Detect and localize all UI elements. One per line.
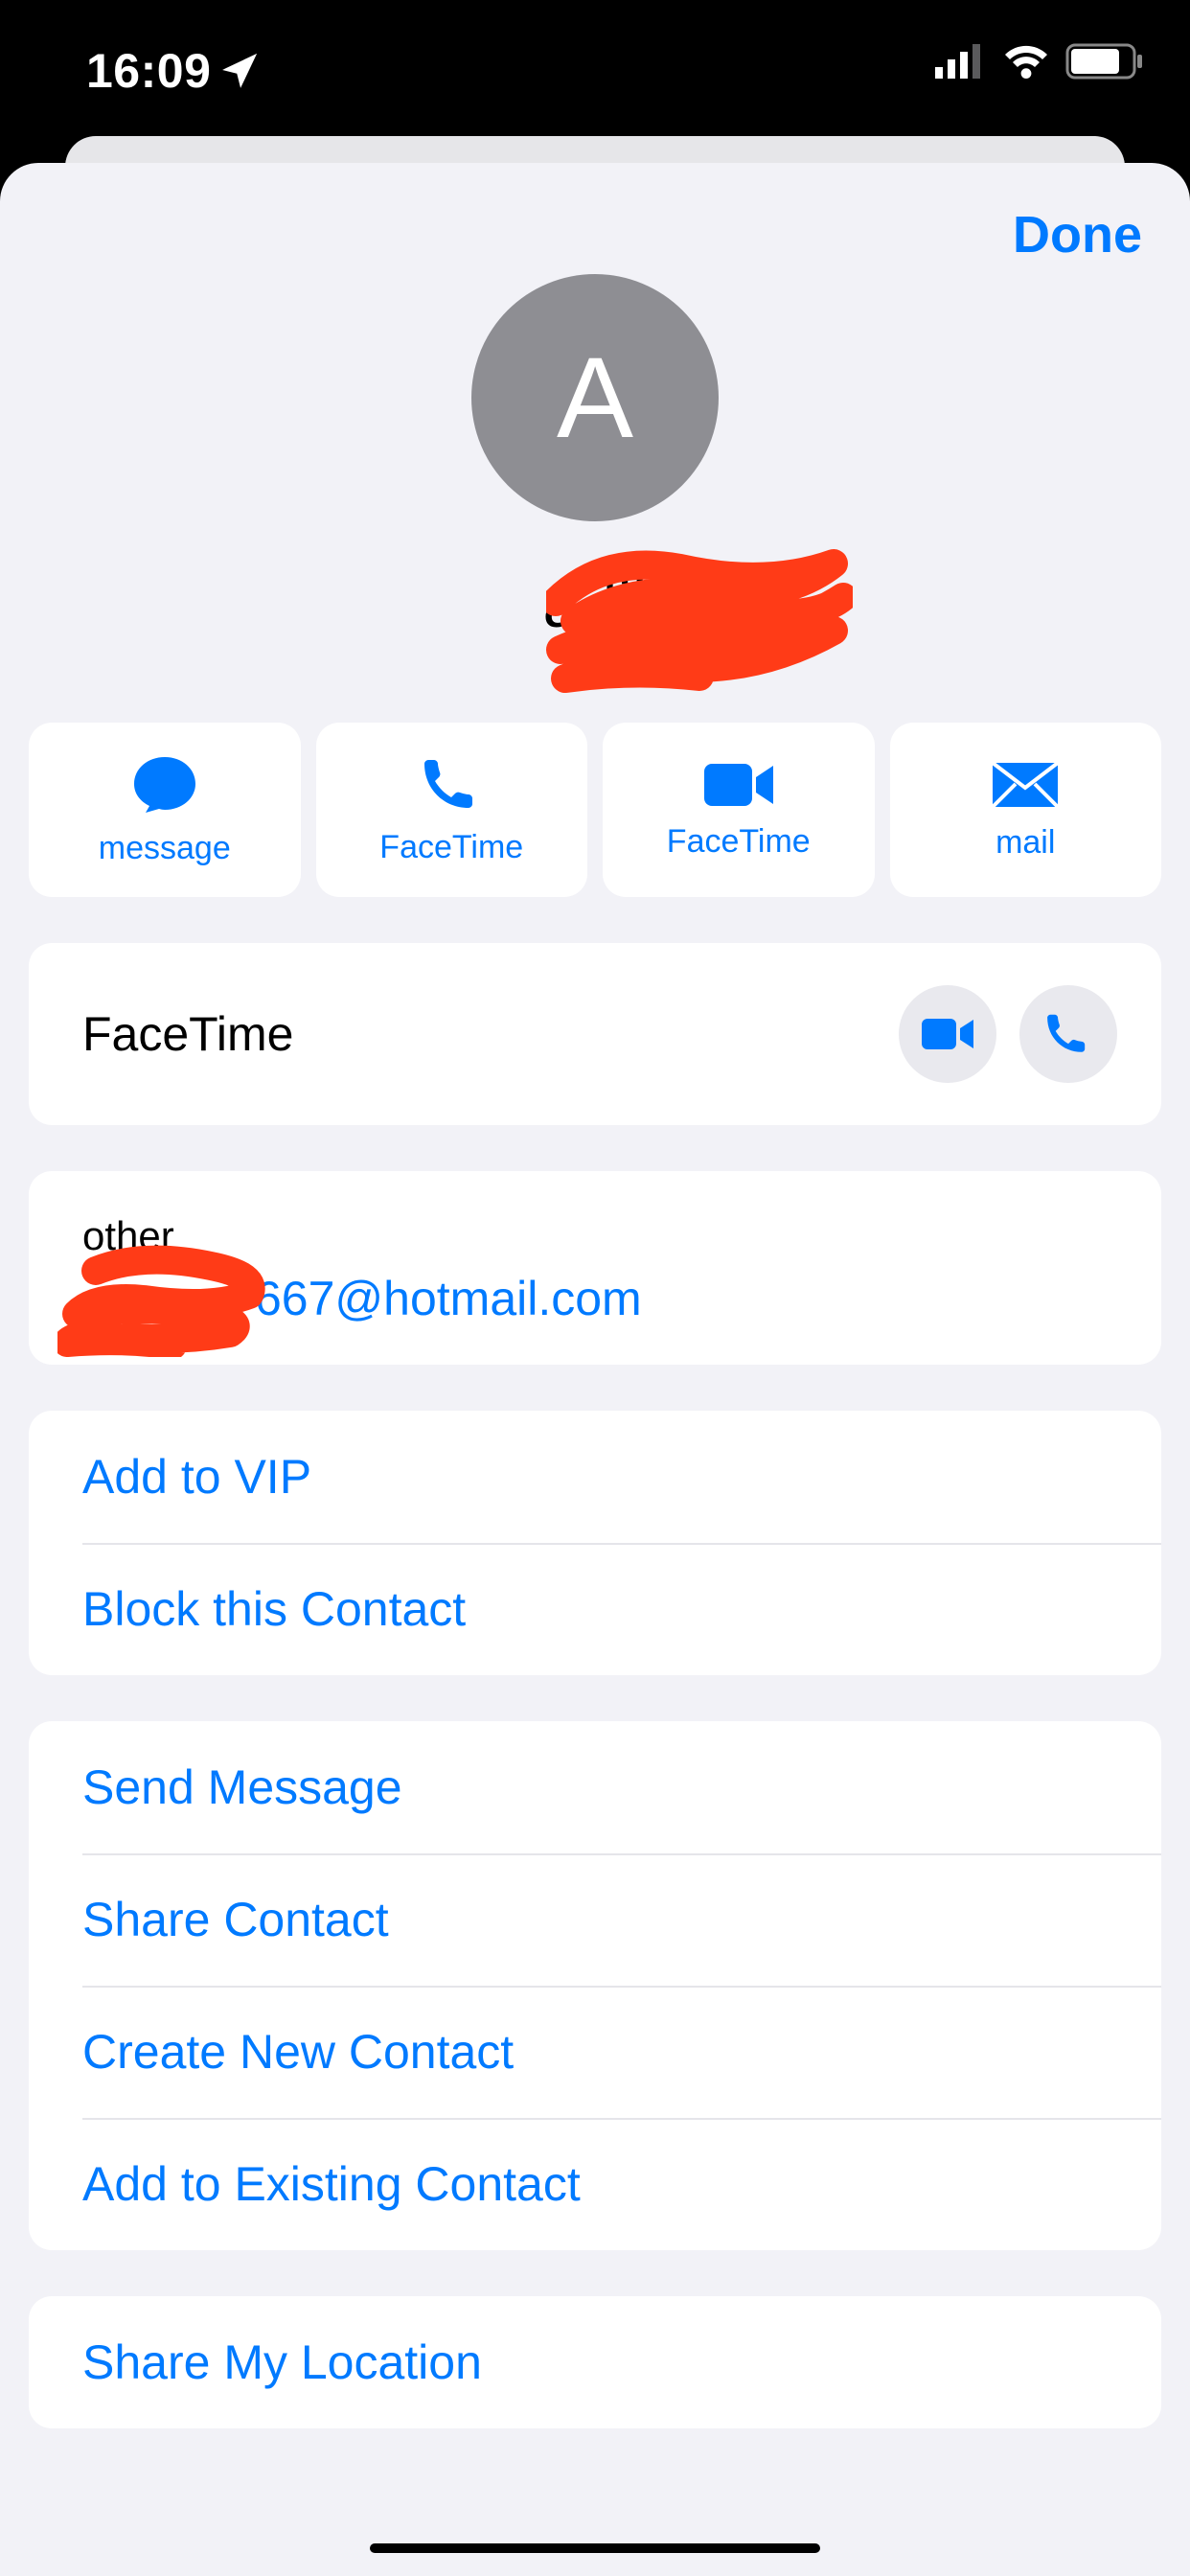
redaction-scribble-icon xyxy=(546,535,853,698)
facetime-row[interactable]: FaceTime xyxy=(29,943,1161,1125)
mail-icon xyxy=(989,759,1062,811)
facetime-audio-chip[interactable]: FaceTime xyxy=(316,723,588,897)
status-bar: 16:09 xyxy=(0,0,1190,144)
facetime-group: FaceTime xyxy=(29,943,1161,1125)
block-contact-label: Block this Contact xyxy=(82,1582,466,1636)
location-icon xyxy=(222,54,257,88)
status-time-text: 16:09 xyxy=(86,43,211,99)
facetime-audio-button[interactable] xyxy=(1019,985,1117,1083)
contact-actions-group: Send Message Share Contact Create New Co… xyxy=(29,1721,1161,2250)
phone-icon xyxy=(1044,1010,1092,1058)
add-to-vip-row[interactable]: Add to VIP xyxy=(29,1411,1161,1543)
share-contact-row[interactable]: Share Contact xyxy=(29,1853,1161,1986)
action-chips: message FaceTime FaceTime mail xyxy=(0,723,1190,897)
create-new-contact-row[interactable]: Create New Contact xyxy=(29,1986,1161,2118)
add-existing-contact-row[interactable]: Add to Existing Contact xyxy=(29,2118,1161,2250)
done-button[interactable]: Done xyxy=(1013,205,1142,264)
message-icon xyxy=(130,753,199,816)
wifi-icon xyxy=(1002,44,1050,79)
message-chip-label: message xyxy=(99,830,231,867)
avatar-container: A xyxy=(0,274,1190,521)
facetime-video-button[interactable] xyxy=(899,985,996,1083)
send-message-label: Send Message xyxy=(82,1760,402,1814)
vip-block-group: Add to VIP Block this Contact xyxy=(29,1411,1161,1675)
status-time: 16:09 xyxy=(86,43,257,99)
share-location-group: Share My Location xyxy=(29,2296,1161,2428)
share-location-row[interactable]: Share My Location xyxy=(29,2296,1161,2428)
avatar-initial: A xyxy=(557,332,633,464)
contact-card: Done A a-lil message FaceTime xyxy=(0,163,1190,2576)
facetime-video-chip-label: FaceTime xyxy=(667,823,811,861)
avatar[interactable]: A xyxy=(471,274,719,521)
share-contact-label: Share Contact xyxy=(82,1893,389,1946)
video-icon xyxy=(700,760,777,810)
contact-name-row: a-lil xyxy=(0,546,1190,661)
add-existing-contact-label: Add to Existing Contact xyxy=(82,2157,581,2211)
create-new-contact-label: Create New Contact xyxy=(82,2025,514,2079)
message-chip[interactable]: message xyxy=(29,723,301,897)
block-contact-row[interactable]: Block this Contact xyxy=(29,1543,1161,1675)
facetime-audio-chip-label: FaceTime xyxy=(379,829,523,866)
phone-icon xyxy=(421,754,482,816)
status-right xyxy=(935,43,1144,80)
battery-icon xyxy=(1065,43,1144,80)
email-group: other 667@hotmail.com xyxy=(29,1171,1161,1365)
send-message-row[interactable]: Send Message xyxy=(29,1721,1161,1853)
video-icon xyxy=(920,1015,975,1053)
redaction-scribble-icon xyxy=(57,1242,278,1357)
share-location-label: Share My Location xyxy=(82,2335,482,2389)
mail-chip-label: mail xyxy=(995,824,1055,862)
cellular-icon xyxy=(935,44,987,79)
facetime-row-buttons xyxy=(899,985,1117,1083)
home-indicator[interactable] xyxy=(370,2543,820,2553)
facetime-row-label: FaceTime xyxy=(82,1006,293,1062)
mail-chip[interactable]: mail xyxy=(890,723,1162,897)
add-to-vip-label: Add to VIP xyxy=(82,1450,311,1504)
email-row[interactable]: other 667@hotmail.com xyxy=(29,1171,1161,1365)
nav-bar: Done xyxy=(0,163,1190,264)
facetime-video-chip[interactable]: FaceTime xyxy=(603,723,875,897)
